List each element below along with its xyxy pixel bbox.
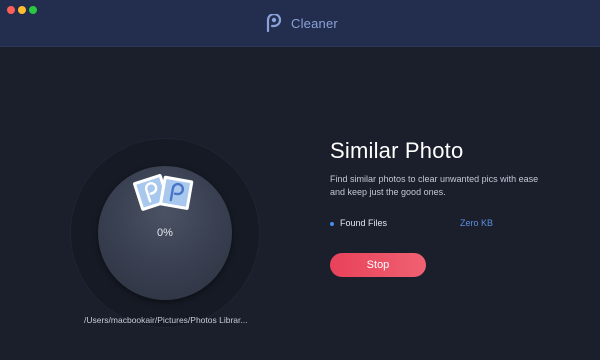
close-window-button[interactable] bbox=[7, 6, 15, 14]
maximize-window-button[interactable] bbox=[29, 6, 37, 14]
stop-button[interactable]: Stop bbox=[330, 253, 426, 277]
app-name: Cleaner bbox=[291, 15, 338, 31]
page-title: Similar Photo bbox=[330, 138, 464, 163]
minimize-window-button[interactable] bbox=[18, 6, 26, 14]
app-title: Cleaner bbox=[265, 13, 338, 33]
title-bar: Cleaner bbox=[0, 0, 600, 47]
current-scan-path: /Users/macbookair/Pictures/Photos Librar… bbox=[84, 315, 248, 325]
similar-photos-icon bbox=[133, 174, 194, 211]
scan-progress-text: 0% bbox=[157, 227, 173, 239]
found-files-row: Found Files Zero KB bbox=[330, 218, 530, 230]
bullet-dot-icon bbox=[330, 222, 334, 226]
cleaner-logo-icon bbox=[266, 14, 282, 32]
found-files-label: Found Files bbox=[340, 218, 388, 228]
found-files-size: Zero KB bbox=[460, 218, 494, 228]
feature-description: Find similar photos to clear unwanted pi… bbox=[330, 174, 539, 197]
